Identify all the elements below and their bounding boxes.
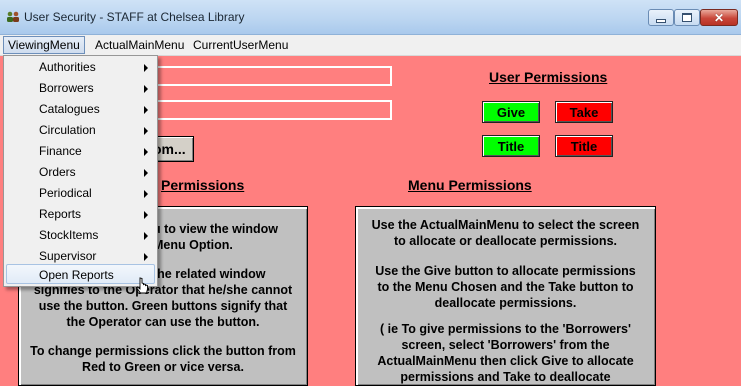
submenu-arrow-icon [144, 85, 148, 93]
minimize-button[interactable] [648, 9, 674, 26]
submenu-arrow-icon [144, 64, 148, 72]
submenu-arrow-icon [144, 106, 148, 114]
menu-item-label: Catalogues [39, 102, 100, 116]
menu-item-borrowers[interactable]: Borrowers [6, 78, 155, 98]
menu-item-authorities[interactable]: Authorities [6, 57, 155, 77]
left-panel-line: the Operator can use the button. [66, 315, 260, 329]
menu-item-label: Borrowers [39, 81, 94, 95]
users-icon [7, 11, 19, 22]
submenu-arrow-icon [144, 211, 148, 219]
menu-bar: ViewingMenu ActualMainMenu CurrentUserMe… [0, 35, 741, 56]
left-panel-line: To change permissions click the button f… [30, 344, 296, 358]
menu-item-finance[interactable]: Finance [6, 141, 155, 161]
close-icon: ✕ [713, 10, 725, 25]
menu-permissions-heading: Menu Permissions [408, 177, 532, 193]
menu-permissions-paragraph: Use the ActualMainMenu to select the scr… [371, 218, 640, 248]
close-button[interactable]: ✕ [700, 9, 738, 26]
give-button[interactable]: Give [482, 101, 540, 123]
left-panel-line: Menu Option. [153, 238, 233, 252]
submenu-arrow-icon [144, 253, 148, 261]
submenu-arrow-icon [144, 169, 148, 177]
left-panel-line: use the button. Green buttons signify th… [38, 299, 288, 313]
left-panel-line: the related window [153, 267, 266, 281]
menu-item-reports[interactable]: Reports [6, 204, 155, 224]
menu-item-supervisor[interactable]: Supervisor [6, 246, 155, 266]
menu-permissions-paragraph: ( ie To give permissions to the 'Borrowe… [377, 322, 634, 384]
title-bar: User Security - STAFF at Chelsea Library… [0, 0, 741, 35]
left-panel-line: u to view the window [153, 222, 278, 236]
submenu-arrow-icon [144, 148, 148, 156]
maximize-icon [682, 13, 692, 22]
take-button[interactable]: Take [555, 101, 613, 123]
menu-item-orders[interactable]: Orders [6, 162, 155, 182]
user-permissions-heading: User Permissions [489, 69, 608, 85]
menu-item-stockitems[interactable]: StockItems [6, 225, 155, 245]
menu-permissions-panel: Use the ActualMainMenu to select the scr… [355, 206, 656, 386]
submenu-arrow-icon [144, 127, 148, 135]
menu-item-label: Reports [39, 207, 82, 221]
menu-item-label: Orders [39, 165, 76, 179]
menu-actualmainmenu[interactable]: ActualMainMenu [91, 37, 188, 53]
title-take-button[interactable]: Title [555, 135, 613, 157]
left-panel-line: Red to Green or vice versa. [82, 360, 244, 374]
menu-currentusermenu[interactable]: CurrentUserMenu [189, 37, 292, 53]
menu-item-label: Periodical [39, 186, 92, 200]
viewing-menu-dropdown: Authorities Borrowers Catalogues Circula… [3, 55, 158, 287]
menu-item-catalogues[interactable]: Catalogues [6, 99, 155, 119]
maximize-button[interactable] [674, 9, 700, 26]
menu-field[interactable] [140, 100, 392, 120]
user-field[interactable] [140, 66, 392, 86]
menu-item-periodical[interactable]: Periodical [6, 183, 155, 203]
menu-item-open-reports[interactable]: Open Reports [6, 264, 155, 284]
mouse-pointer-icon [136, 277, 148, 294]
submenu-arrow-icon [144, 190, 148, 198]
menu-permissions-paragraph: Use the Give button to allocate permissi… [375, 264, 636, 310]
minimize-icon [656, 18, 666, 23]
menu-viewingmenu[interactable]: ViewingMenu [3, 36, 85, 54]
window-title: User Security - STAFF at Chelsea Library [24, 10, 245, 24]
menu-item-label: Authorities [39, 60, 96, 74]
menu-item-label: Open Reports [39, 268, 114, 282]
left-panel-heading: Permissions [161, 177, 245, 193]
menu-item-label: Supervisor [39, 249, 97, 263]
menu-item-label: Finance [39, 144, 82, 158]
submenu-arrow-icon [144, 232, 148, 240]
menu-item-label: StockItems [39, 228, 99, 242]
title-give-button[interactable]: Title [482, 135, 540, 157]
menu-item-circulation[interactable]: Circulation [6, 120, 155, 140]
menu-item-label: Circulation [39, 123, 96, 137]
